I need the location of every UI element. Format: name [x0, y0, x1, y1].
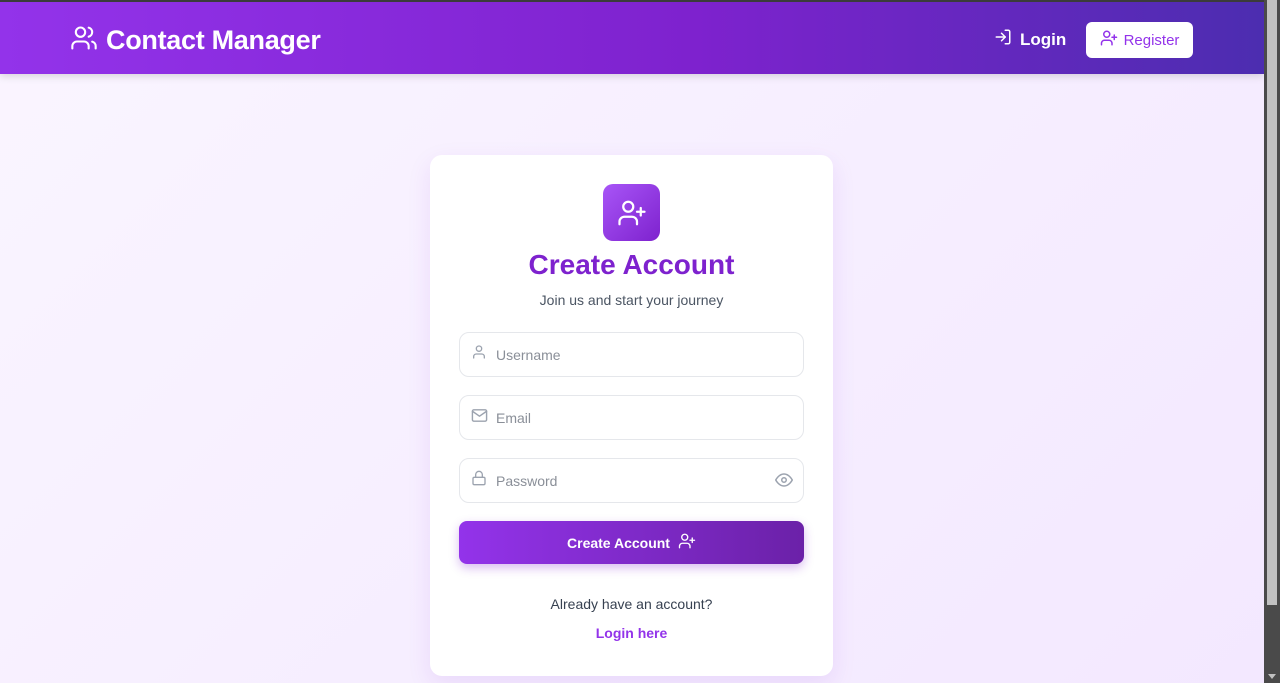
brand-title: Contact Manager [106, 25, 321, 55]
nav-register-button[interactable]: Register [1086, 22, 1193, 58]
user-icon [471, 344, 487, 365]
user-plus-icon [678, 532, 696, 553]
users-icon [70, 24, 98, 57]
card-subtitle: Join us and start your journey [539, 292, 724, 308]
username-input[interactable] [496, 333, 766, 376]
email-field[interactable] [459, 395, 804, 440]
scrollbar-thumb[interactable] [1267, 0, 1277, 605]
create-account-label: Create Account [567, 534, 670, 551]
user-plus-icon [603, 184, 660, 241]
brand[interactable]: Contact Manager [70, 24, 321, 57]
scrollbar[interactable] [1264, 0, 1280, 683]
register-card: Create Account Join us and start your jo… [430, 155, 833, 676]
email-input[interactable] [496, 396, 766, 439]
nav-login-link[interactable]: Login [994, 28, 1066, 51]
card-title: Create Account [528, 249, 735, 280]
scroll-down-arrow[interactable] [1268, 674, 1276, 679]
create-account-button[interactable]: Create Account [459, 521, 804, 564]
username-field[interactable] [459, 332, 804, 377]
password-field[interactable] [459, 458, 804, 503]
login-here-link[interactable]: Login here [430, 625, 833, 641]
nav-login-label: Login [1020, 29, 1067, 49]
nav-register-label: Register [1123, 31, 1180, 49]
have-account-text: Already have an account? [550, 596, 713, 612]
mail-icon [471, 407, 488, 429]
eye-icon[interactable] [775, 471, 793, 494]
lock-icon [471, 470, 487, 491]
password-input[interactable] [496, 459, 766, 502]
user-plus-icon [1100, 29, 1118, 51]
log-in-icon [994, 28, 1012, 51]
navbar: Contact Manager Login Register [0, 0, 1264, 74]
